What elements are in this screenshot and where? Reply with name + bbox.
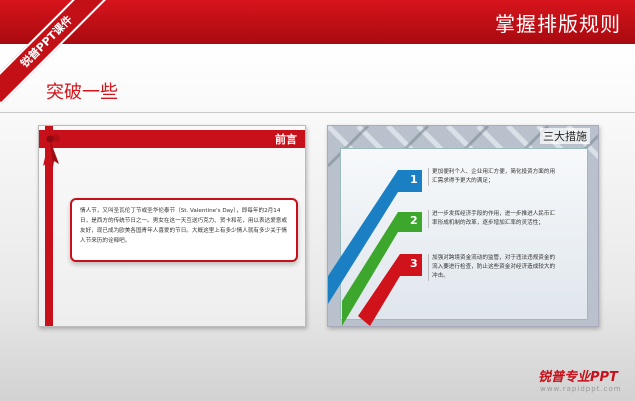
ribbon-bow-icon bbox=[40, 134, 60, 168]
preface-card[interactable]: 前言 情人节，又叫圣瓦伦丁节或圣华伦泰节（St. Valentine's Day… bbox=[38, 125, 306, 327]
section-title: 突破一些 bbox=[46, 82, 118, 103]
step-1-number: 1 bbox=[410, 173, 418, 186]
footer-logo: 锐普专业PPT bbox=[538, 370, 618, 385]
divider bbox=[0, 112, 635, 113]
footer-url[interactable]: www.rapidppt.com bbox=[540, 385, 622, 393]
step-2-number: 2 bbox=[410, 214, 418, 227]
preface-text: 情人节，又叫圣瓦伦丁节或圣华伦泰节（St. Valentine's Day），即… bbox=[70, 198, 298, 262]
step-3-number: 3 bbox=[410, 257, 418, 270]
step-2-text: 进一步发挥经济手段的作用，进一步推进人民币汇率形成机制的改革，逐步增加汇率的灵活… bbox=[428, 210, 556, 228]
measures-card[interactable]: 三大措施 1 2 3 更加便利个人、企业用汇方便，简化投资方面的用汇需求得予更大… bbox=[327, 125, 599, 327]
step-1-text: 更加便利个人、企业用汇方便，简化投资方面的用汇需求得予更大的满足； bbox=[428, 168, 556, 186]
preface-title: 前言 bbox=[275, 133, 297, 146]
header-title: 掌握排版规则 bbox=[495, 12, 621, 36]
step-3-text: 加强对跨境资金流动的监管，对于违法违规资金的流入要进行检查，防止这些资金对经济造… bbox=[428, 254, 556, 281]
